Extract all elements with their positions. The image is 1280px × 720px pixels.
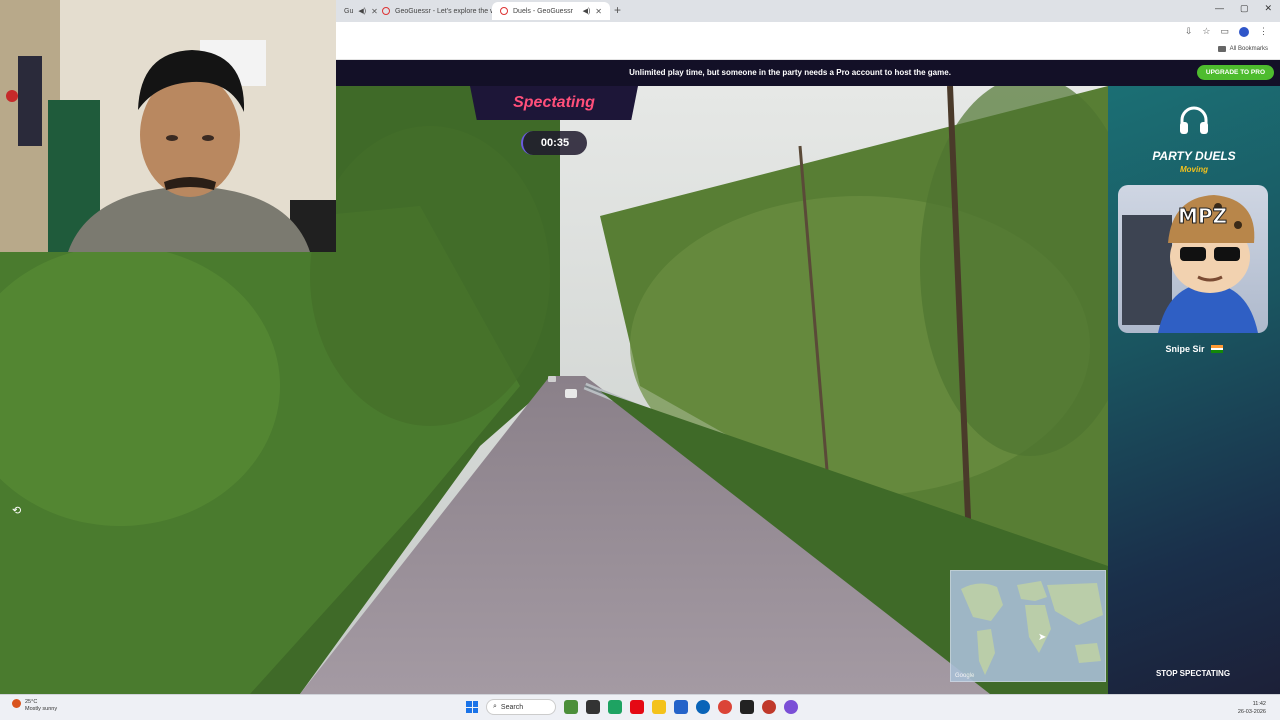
- menu-icon[interactable]: ⋮: [1259, 26, 1268, 37]
- weather-desc: Mostly sunny: [25, 706, 58, 712]
- taskbar-search[interactable]: ⌕ Search: [486, 699, 556, 715]
- store-icon[interactable]: [674, 700, 688, 714]
- capcut-icon[interactable]: [740, 700, 754, 714]
- avatar-image: MPZ: [1122, 195, 1258, 333]
- spectating-header: Spectating: [470, 86, 638, 120]
- bookmark-star-icon[interactable]: ☆: [1202, 26, 1210, 37]
- weather-widget[interactable]: 25°C Mostly sunny: [12, 699, 57, 713]
- install-icon[interactable]: ⇩: [1185, 26, 1193, 37]
- messenger-icon[interactable]: [784, 700, 798, 714]
- player-name: Snipe Sir: [1165, 344, 1205, 354]
- party-duels-panel: PARTY DUELS Moving MPZ Snipe Sir STOP SP…: [1108, 86, 1280, 694]
- tab-duels[interactable]: Duels - GeoGuessr ◀) ✕: [492, 2, 610, 20]
- round-timer: 00:35: [521, 131, 587, 155]
- spectating-label: Spectating: [513, 94, 595, 111]
- upgrade-to-pro-button[interactable]: UPGRADE TO PRO: [1196, 65, 1274, 80]
- mode-subtitle: Moving: [1180, 165, 1208, 174]
- all-bookmarks-button[interactable]: All Bookmarks: [1217, 46, 1268, 52]
- guess-minimap[interactable]: Google: [950, 570, 1106, 682]
- windows-start-icon[interactable]: [466, 701, 478, 713]
- tab-title: GeoGuessr - Let's explore the w: [395, 7, 496, 15]
- webcam-feed: [0, 0, 336, 252]
- window-controls: — ▢ ✕: [1215, 3, 1272, 14]
- widgets-app-icon[interactable]: [564, 700, 578, 714]
- mute-icon[interactable]: ◀): [583, 7, 591, 15]
- system-clock[interactable]: 11:42 26-03-2026: [1238, 700, 1266, 716]
- windows-taskbar: 25°C Mostly sunny ⌕ Search 11:42 26-03-2…: [0, 694, 1280, 720]
- close-window-button[interactable]: ✕: [1264, 3, 1272, 14]
- cast-icon[interactable]: ▭: [1220, 26, 1229, 37]
- player-avatar: MPZ: [1118, 185, 1268, 333]
- india-flag-icon: [1210, 345, 1223, 354]
- close-tab-icon[interactable]: ✕: [595, 7, 602, 16]
- file-explorer-icon[interactable]: [652, 700, 666, 714]
- google-watermark: Google: [955, 673, 975, 679]
- tab-title: Gu: [344, 7, 354, 15]
- all-bookmarks-label: All Bookmarks: [1229, 46, 1268, 52]
- netflix-icon[interactable]: [630, 700, 644, 714]
- maximize-button[interactable]: ▢: [1240, 3, 1249, 14]
- stop-spectating-button[interactable]: STOP SPECTATING: [1118, 666, 1268, 682]
- mute-icon[interactable]: ◀): [358, 7, 366, 15]
- obs-icon[interactable]: [762, 700, 776, 714]
- task-view-icon[interactable]: [586, 700, 600, 714]
- world-map: [961, 581, 1103, 675]
- tab-title: Duels - GeoGuessr: [513, 7, 573, 15]
- mouse-cursor-icon: ➤: [1038, 632, 1047, 643]
- chrome-icon[interactable]: [718, 700, 732, 714]
- pro-banner: Unlimited play time, but someone in the …: [336, 60, 1280, 86]
- headset-icon: [1180, 106, 1208, 134]
- geoguessr-favicon-icon: [500, 7, 508, 15]
- banner-text: Unlimited play time, but someone in the …: [629, 68, 951, 77]
- hp-icon[interactable]: [696, 700, 710, 714]
- search-icon: ⌕: [493, 703, 497, 710]
- profile-avatar[interactable]: [1239, 26, 1249, 37]
- mode-title: PARTY DUELS: [1152, 149, 1236, 163]
- avatar-hat-text: MPZ: [1178, 204, 1227, 228]
- weather-icon: [12, 699, 21, 708]
- player-row: Snipe Sir: [1108, 344, 1280, 354]
- geoguessr-favicon-icon: [382, 7, 390, 15]
- clock-date: 26-03-2026: [1237, 709, 1266, 715]
- taskbar-apps: ⌕ Search: [466, 699, 798, 715]
- webcam-image: [0, 0, 336, 252]
- clock-time: 11:42: [1252, 701, 1266, 707]
- search-label: Search: [500, 703, 524, 711]
- new-tab-button[interactable]: +: [614, 3, 621, 17]
- minimize-button[interactable]: —: [1215, 3, 1224, 14]
- folder-icon: [1217, 46, 1226, 52]
- weather-temp: 25°C: [25, 699, 38, 705]
- panorama-rotate-icon[interactable]: ⟲: [12, 504, 24, 517]
- copilot-icon[interactable]: [608, 700, 622, 714]
